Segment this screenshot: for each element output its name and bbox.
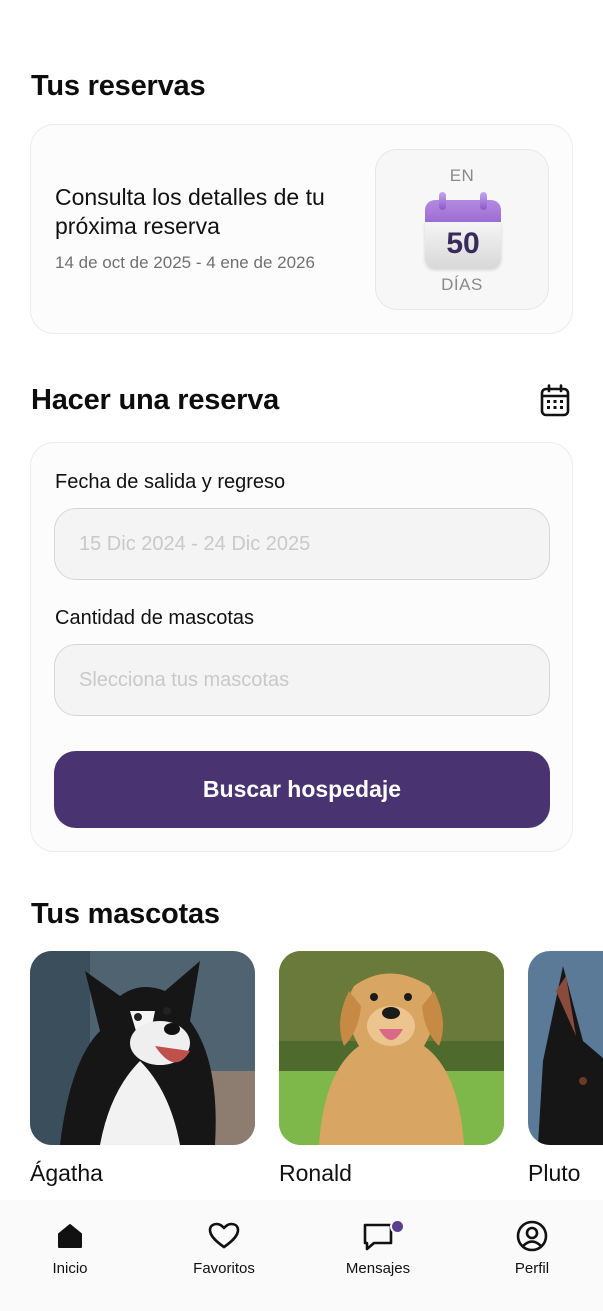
pet-card[interactable]: Pluto bbox=[528, 951, 603, 1187]
heart-icon bbox=[208, 1222, 240, 1249]
pet-card[interactable]: Ágatha bbox=[30, 951, 255, 1187]
nav-item-favorites[interactable]: Favoritos bbox=[174, 1222, 274, 1277]
dates-input[interactable] bbox=[54, 508, 550, 580]
search-lodging-button[interactable]: Buscar hospedaje bbox=[54, 751, 550, 828]
nav-label-messages: Mensajes bbox=[345, 1260, 411, 1277]
nav-item-messages[interactable]: Mensajes bbox=[328, 1219, 428, 1277]
pets-carousel[interactable]: Ágatha Ronald Pluto bbox=[30, 951, 603, 1196]
reservation-card-title: Consulta los detalles de tu próxima rese… bbox=[55, 184, 325, 239]
upcoming-reservation-card[interactable]: Consulta los detalles de tu próxima rese… bbox=[30, 124, 573, 334]
reservations-title: Tus reservas bbox=[31, 70, 206, 102]
home-screen: Tus reservas Consulta los detalles de tu… bbox=[0, 0, 603, 1311]
nav-label-home: Inicio bbox=[52, 1260, 88, 1277]
pet-photo bbox=[30, 951, 255, 1145]
profile-icon bbox=[516, 1220, 548, 1252]
booking-form: Fecha de salida y regreso Cantidad de ma… bbox=[30, 442, 573, 852]
home-icon bbox=[58, 1224, 82, 1248]
pet-name: Pluto bbox=[528, 1160, 581, 1186]
pet-card[interactable]: Ronald bbox=[279, 951, 504, 1187]
nav-item-profile[interactable]: Perfil bbox=[482, 1220, 582, 1277]
pet-name: Ronald bbox=[279, 1160, 352, 1186]
bottom-navigation: Inicio Favoritos Mensajes Perfil bbox=[0, 1200, 603, 1311]
pet-photo bbox=[528, 951, 603, 1145]
countdown-badge: EN 50 DÍAS bbox=[375, 149, 549, 310]
pets-select-input[interactable] bbox=[54, 644, 550, 716]
calendar-icon[interactable] bbox=[539, 384, 571, 418]
nav-label-profile: Perfil bbox=[514, 1260, 550, 1277]
countdown-days-value: 50 bbox=[446, 227, 480, 260]
nav-item-home[interactable]: Inicio bbox=[20, 1222, 120, 1277]
reservation-info: Consulta los detalles de tu próxima rese… bbox=[55, 183, 365, 273]
reservation-date-range: 14 de oct de 2025 - 4 ene de 2026 bbox=[55, 253, 315, 272]
pet-photo bbox=[279, 951, 504, 1145]
dates-label: Fecha de salida y regreso bbox=[55, 471, 286, 493]
notification-badge bbox=[390, 1219, 405, 1234]
pet-name: Ágatha bbox=[30, 1160, 103, 1186]
countdown-suffix: DÍAS bbox=[441, 275, 483, 294]
pets-count-label: Cantidad de mascotas bbox=[55, 607, 255, 629]
countdown-prefix: EN bbox=[449, 166, 475, 185]
booking-title: Hacer una reserva bbox=[31, 384, 280, 416]
nav-label-favorites: Favoritos bbox=[193, 1260, 255, 1277]
calendar-icon: 50 bbox=[425, 192, 501, 268]
pets-title: Tus mascotas bbox=[31, 898, 220, 930]
